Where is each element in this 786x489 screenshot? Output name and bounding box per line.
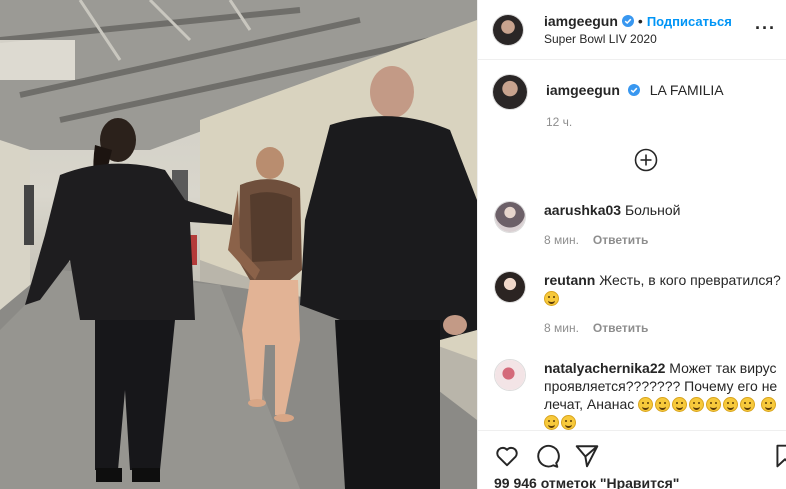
separator-dot: •	[637, 13, 643, 29]
emoji-icon	[761, 397, 777, 412]
emoji-icon	[638, 397, 654, 412]
post-location[interactable]: Super Bowl LIV 2020	[544, 32, 732, 46]
comment-item: reutann Жесть, в кого превратился? 8 мин…	[494, 271, 784, 337]
likes-count[interactable]: 99 946 отметок "Нравится"	[494, 475, 679, 489]
post-photo[interactable]	[0, 0, 477, 489]
author-avatar[interactable]	[492, 13, 524, 46]
emoji-icon	[723, 397, 739, 412]
emoji-icon	[740, 397, 756, 412]
post-header: iamgeegun • Подписаться Super Bowl LIV 2…	[478, 0, 786, 60]
more-options-icon[interactable]: ···	[755, 18, 776, 39]
caption-author-avatar[interactable]	[492, 74, 528, 110]
emoji-icon	[655, 397, 671, 412]
emoji-icon	[672, 397, 688, 412]
follow-button[interactable]: Подписаться	[647, 14, 732, 29]
caption-username[interactable]: iamgeegun	[546, 82, 620, 98]
emoji-icon	[544, 291, 559, 306]
corridor-scene	[0, 0, 477, 489]
comment-text: Жесть, в кого превратился?	[599, 272, 781, 288]
bookmark-icon[interactable]	[772, 443, 786, 469]
comment-text: Больной	[624, 202, 681, 218]
emoji-icon	[561, 415, 576, 430]
reply-button[interactable]: Ответить	[593, 231, 648, 249]
comment-username[interactable]: reutann	[544, 272, 595, 288]
emoji-icon	[544, 415, 559, 430]
emoji-icon	[689, 397, 705, 412]
post-caption: iamgeegun LA FAMILIA 12 ч.	[478, 60, 786, 129]
comment-item: aarushka03 Больной 8 мин. Ответить	[494, 201, 784, 249]
caption-timestamp[interactable]: 12 ч.	[546, 115, 724, 129]
reply-button[interactable]: Ответить	[593, 319, 648, 337]
commenter-avatar[interactable]	[494, 271, 526, 303]
caption-text: LA FAMILIA	[649, 82, 724, 98]
post-actions-bar: 99 946 отметок "Нравится"	[478, 430, 786, 489]
author-username[interactable]: iamgeegun	[544, 13, 618, 29]
verified-badge-icon	[621, 15, 634, 27]
heart-icon[interactable]	[494, 443, 520, 469]
comment-time[interactable]: 8 мин.	[544, 231, 579, 249]
paper-plane-icon[interactable]	[574, 443, 600, 469]
verified-badge-icon	[627, 84, 640, 96]
commenter-avatar[interactable]	[494, 359, 526, 391]
post-side-panel: iamgeegun • Подписаться Super Bowl LIV 2…	[477, 0, 786, 489]
comment-time[interactable]: 8 мин.	[544, 319, 579, 337]
comment-username[interactable]: natalyachernika22	[544, 360, 665, 376]
comment-username[interactable]: aarushka03	[544, 202, 621, 218]
emoji-icon	[706, 397, 722, 412]
comment-bubble-icon[interactable]	[534, 443, 560, 469]
commenter-avatar[interactable]	[494, 201, 526, 233]
plus-circle-icon[interactable]	[634, 148, 658, 172]
comment-item: natalyachernika22 Может так вирус проявл…	[494, 359, 784, 431]
